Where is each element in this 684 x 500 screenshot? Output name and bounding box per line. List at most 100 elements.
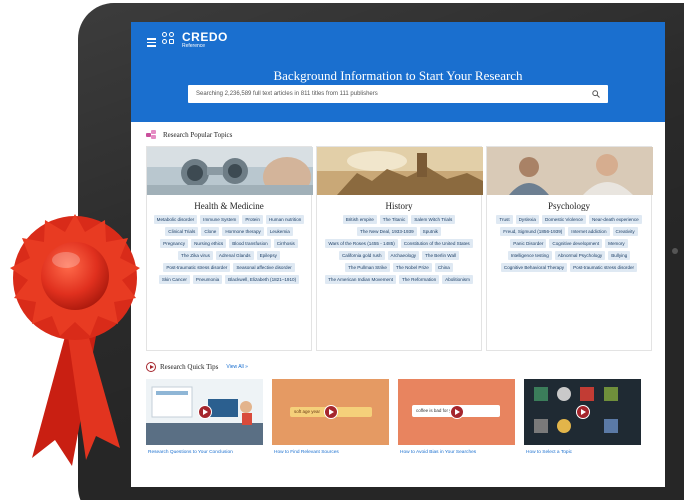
topic-tag[interactable]: Abolitionism	[442, 275, 473, 284]
topic-tag[interactable]: Bullying	[608, 251, 631, 260]
credo-logo-icon	[162, 32, 178, 48]
tip-label[interactable]: Research Questions to Your Conclusion	[146, 450, 263, 455]
topic-tag[interactable]: Nursing ethics	[191, 239, 227, 248]
topic-tag[interactable]: Salem Witch Trials	[411, 215, 456, 224]
topic-tags-history: British empire The Titanic Salem Witch T…	[317, 215, 481, 284]
topic-tag[interactable]: Pregnancy	[160, 239, 189, 248]
topic-tag[interactable]: Clinical Trials	[165, 227, 199, 236]
topic-image-psychology	[487, 147, 653, 195]
credo-logo[interactable]: CREDO Reference	[162, 31, 228, 49]
topic-tag[interactable]: Cognitive Behavioral Therapy	[500, 263, 568, 272]
topic-tag[interactable]: Sputnik	[419, 227, 441, 236]
popular-topics-title: Research Popular Topics	[163, 131, 233, 139]
topic-tag[interactable]: Trust	[496, 215, 513, 224]
tip-card[interactable]: soft age year How to Find Relevant Sourc…	[272, 379, 389, 455]
topic-tag[interactable]: Internet addiction	[568, 227, 610, 236]
tip-label[interactable]: How to Avoid Bias in Your Searches	[398, 450, 515, 455]
topic-tag[interactable]: Hormone therapy	[222, 227, 264, 236]
search-input[interactable]: Searching 2,236,589 full text articles i…	[188, 85, 608, 103]
topic-tag[interactable]: Panic Disorder	[510, 239, 547, 248]
tip-thumb-text: soft age year	[294, 409, 321, 414]
tip-label[interactable]: How to Find Relevant Sources	[272, 450, 389, 455]
topic-tag[interactable]: Seasonal affective disorder	[233, 263, 295, 272]
topic-tag[interactable]: Blood transfusion	[229, 239, 271, 248]
topic-tag[interactable]: Domestic Violence	[541, 215, 586, 224]
topic-tag[interactable]: Skin Cancer	[158, 275, 190, 284]
topic-tag[interactable]: Adrenal Glands	[215, 251, 254, 260]
topic-tag[interactable]: The Reformation	[398, 275, 440, 284]
tablet-screen: CREDO Reference Background Information t…	[131, 22, 665, 487]
quick-tips-list: Research Questions to Your Conclusion so…	[131, 379, 665, 455]
quick-tips-title: Research Quick Tips	[160, 363, 219, 371]
topic-tag[interactable]: Blackwell, Elizabeth (1821–1910)	[225, 275, 300, 284]
popular-topics-header: Research Popular Topics	[131, 128, 665, 142]
topic-tag[interactable]: Wars of the Roses (1455 - 1485)	[325, 239, 398, 248]
topic-tag[interactable]: California gold rush	[338, 251, 385, 260]
tablet-camera	[672, 248, 678, 254]
quick-tips-header: Research Quick Tips View All »	[131, 361, 665, 373]
topic-tag[interactable]: Human nutrition	[265, 215, 305, 224]
topic-tag[interactable]: Dyslexia	[515, 215, 539, 224]
play-icon[interactable]	[449, 405, 464, 419]
topic-tag[interactable]: Cirrhosis	[273, 239, 298, 248]
topic-tag[interactable]: Leukemia	[266, 227, 293, 236]
topic-title-health: Health & Medicine	[194, 201, 264, 211]
topic-tag[interactable]: The Berlin Wall	[422, 251, 460, 260]
tip-thumbnail[interactable]: coffee is bad for you	[398, 379, 515, 445]
topic-card-health[interactable]: Health & Medicine Metabolic disorder Imm…	[146, 146, 313, 351]
topic-tag[interactable]: British empire	[342, 215, 377, 224]
topic-tags-psychology: Trust Dyslexia Domestic Violence Near-de…	[487, 215, 651, 272]
topic-title-psychology: Psychology	[547, 201, 590, 211]
tip-card[interactable]: How to Select a Topic	[524, 379, 641, 455]
topic-tag[interactable]: The American Indian Movement	[325, 275, 396, 284]
topic-tag[interactable]: Archaeology	[387, 251, 420, 260]
search-placeholder: Searching 2,236,589 full text articles i…	[196, 91, 378, 97]
topic-tag[interactable]: The Pullman Strike	[345, 263, 390, 272]
topic-tag[interactable]: The New Deal, 1933-1939	[357, 227, 417, 236]
tip-card[interactable]: Research Questions to Your Conclusion	[146, 379, 263, 455]
topic-tag[interactable]: The Zika virus	[178, 251, 213, 260]
topic-tag[interactable]: Immune System	[200, 215, 240, 224]
tip-thumbnail[interactable]	[524, 379, 641, 445]
topic-tag[interactable]: China	[434, 263, 453, 272]
topic-tag[interactable]: Cognitive development	[549, 239, 603, 248]
topic-tag[interactable]: Metabolic disorder	[153, 215, 198, 224]
hero-title: Background Information to Start Your Res…	[273, 68, 523, 83]
topic-tag[interactable]: The Nobel Prize	[392, 263, 432, 272]
award-ribbon-icon	[10, 214, 140, 466]
topic-title-history: History	[385, 201, 413, 211]
hamburger-menu-icon[interactable]	[147, 38, 157, 47]
tip-thumbnail[interactable]	[146, 379, 263, 445]
search-icon[interactable]	[592, 90, 600, 98]
puzzle-icon	[146, 130, 159, 140]
topic-tag[interactable]: Intelligence testing	[507, 251, 552, 260]
topic-tag[interactable]: Clone	[201, 227, 220, 236]
topic-tag[interactable]: Post-traumatic stress disorder	[163, 263, 231, 272]
topic-tag[interactable]: Protein	[242, 215, 263, 224]
topic-card-psychology[interactable]: Psychology Trust Dyslexia Domestic Viole…	[486, 146, 653, 351]
header-banner: CREDO Reference Background Information t…	[131, 22, 665, 122]
view-all-link[interactable]: View All »	[226, 364, 248, 370]
tip-thumbnail[interactable]: soft age year	[272, 379, 389, 445]
brand-title: CREDO	[182, 30, 228, 44]
play-icon[interactable]	[323, 405, 338, 419]
play-icon[interactable]	[197, 405, 212, 419]
topic-tag[interactable]: Post-traumatic stress disorder	[570, 263, 638, 272]
topic-tag[interactable]: Constitution of the United States	[400, 239, 473, 248]
topic-tag[interactable]: The Titanic	[379, 215, 409, 224]
topic-tag[interactable]: Epilepsy	[256, 251, 280, 260]
tip-card[interactable]: coffee is bad for you How to Avoid Bias …	[398, 379, 515, 455]
topic-tag[interactable]: Creativity	[612, 227, 638, 236]
topic-image-health	[147, 147, 313, 197]
promo-image: CREDO Reference Background Information t…	[0, 0, 684, 500]
topic-tags-health: Metabolic disorder Immune System Protein…	[147, 215, 311, 284]
tip-label[interactable]: How to Select a Topic	[524, 450, 641, 455]
topic-card-history[interactable]: History British empire The Titanic Salem…	[316, 146, 483, 351]
topic-tag[interactable]: Memory	[605, 239, 628, 248]
topic-tag[interactable]: Pneumonia	[192, 275, 223, 284]
topic-image-history	[317, 147, 483, 195]
topic-tag[interactable]: Freud, Sigmund (1856-1939)	[500, 227, 566, 236]
topic-tag[interactable]: Near-death experience	[588, 215, 642, 224]
play-icon[interactable]	[575, 405, 590, 419]
topic-tag[interactable]: Abnormal Psychology	[554, 251, 606, 260]
